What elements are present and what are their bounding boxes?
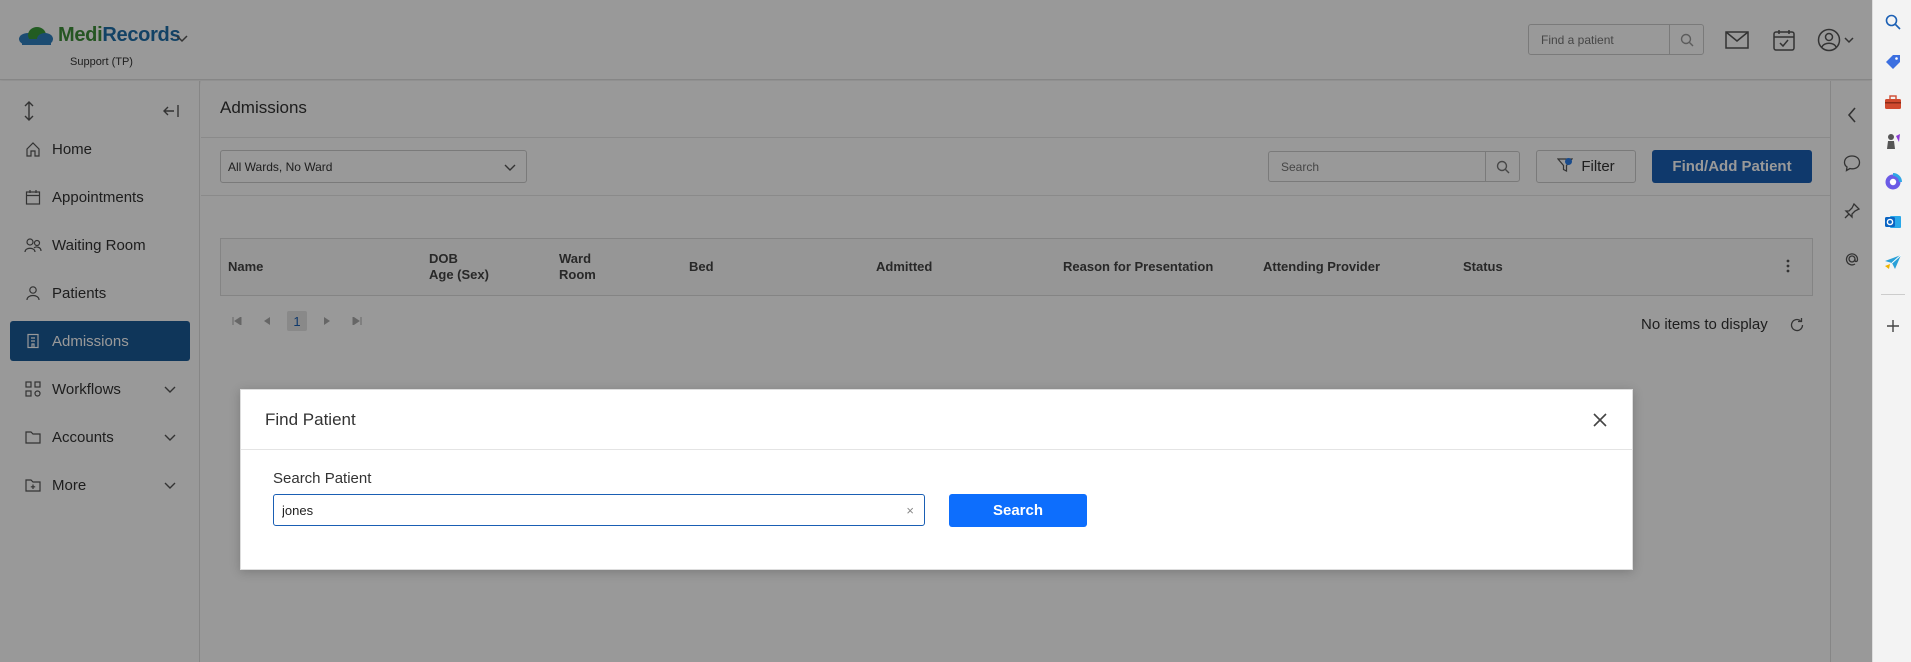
- search-patient-input[interactable]: [274, 495, 874, 525]
- toolbox-icon[interactable]: [1883, 92, 1903, 112]
- dialog-header: Find Patient: [241, 390, 1632, 450]
- chess-icon[interactable]: [1883, 132, 1903, 152]
- clear-input-icon[interactable]: ×: [906, 503, 914, 518]
- find-patient-dialog: Find Patient Search Patient × Search: [240, 389, 1633, 570]
- search-patient-label: Search Patient: [273, 470, 372, 487]
- search-patient-field: ×: [273, 494, 925, 526]
- divider: [1881, 294, 1905, 295]
- copilot-icon[interactable]: [1883, 172, 1903, 192]
- app-window: MediRecords Support (TP) Find a patient …: [0, 0, 1872, 662]
- search-icon[interactable]: [1883, 12, 1903, 32]
- dialog-title: Find Patient: [265, 410, 356, 429]
- add-icon[interactable]: [1883, 316, 1903, 336]
- close-icon[interactable]: [1590, 410, 1610, 430]
- send-icon[interactable]: [1883, 252, 1903, 272]
- search-button[interactable]: Search: [949, 494, 1087, 527]
- outlook-icon[interactable]: [1883, 212, 1903, 232]
- tag-icon[interactable]: [1883, 52, 1903, 72]
- browser-sidebar: [1872, 0, 1911, 662]
